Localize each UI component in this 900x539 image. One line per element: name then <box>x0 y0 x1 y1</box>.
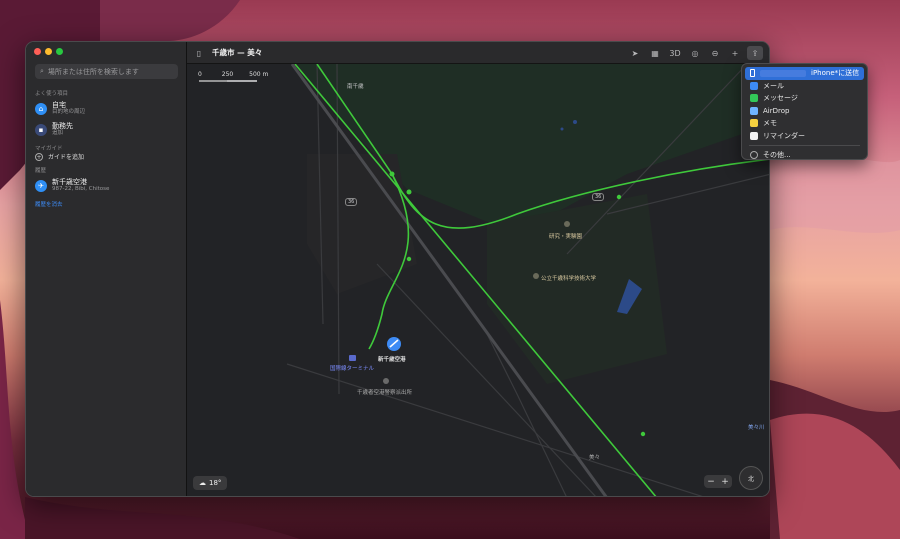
traffic-lights <box>34 48 63 55</box>
map-label-university[interactable]: 公立千歳科学技術大学 <box>541 274 596 282</box>
sidebar-toggle-icon[interactable]: ▯ <box>191 46 207 60</box>
favorites-heading: よく使う項目 <box>35 91 69 97</box>
threed-button[interactable]: 3D <box>667 46 683 60</box>
share-menu-label: その他... <box>763 151 791 160</box>
redacted-device-name <box>760 69 806 77</box>
recent-title: 新千歳空港 <box>52 178 87 186</box>
search-icon: ⌕ <box>40 67 44 75</box>
airdrop-icon <box>750 106 758 115</box>
share-menu-label: メール <box>763 81 784 90</box>
scale-zero: 0 <box>198 71 202 78</box>
recents-heading: 履歴 <box>35 168 47 174</box>
favorite-home[interactable]: ⌂ 自宅 目的地の周辺 <box>35 101 85 116</box>
scale-bar: 0 250 500 m <box>198 71 268 78</box>
airplane-icon: ✈ <box>35 179 47 192</box>
map-label-kenkyu[interactable]: 研究・実験園 <box>549 232 582 240</box>
mail-icon <box>750 81 758 90</box>
map-label-bibi[interactable]: 美々 <box>589 453 600 461</box>
weather-badge[interactable]: ☁ 18° <box>193 476 228 490</box>
iphone-icon <box>750 69 755 78</box>
compass-label: 北 <box>747 475 754 483</box>
look-around-icon[interactable]: ◎ <box>687 46 703 60</box>
favorite-subtitle: 目的地の周辺 <box>52 109 86 115</box>
zoom-button[interactable] <box>56 48 63 55</box>
share-menu-label: メモ <box>763 119 777 128</box>
scale-mid: 250 <box>221 71 234 78</box>
recent-item[interactable]: ✈ 新千歳空港 987-22, Bibi, Chitose <box>35 178 109 193</box>
messages-icon <box>750 94 758 103</box>
zoom-out-button[interactable]: − <box>704 475 718 488</box>
map-label-minami-chitose[interactable]: 南千歳 <box>347 82 364 90</box>
reminders-icon <box>750 131 758 140</box>
minimize-button[interactable] <box>45 48 52 55</box>
cloud-icon: ☁ <box>199 479 206 487</box>
clear-recents-link[interactable]: 履歴を消去 <box>35 200 63 208</box>
zoom-control: − + <box>704 475 732 488</box>
share-menu-item-mail[interactable]: メール <box>745 80 864 93</box>
menu-separator <box>749 145 860 146</box>
traffic-icon[interactable]: ⊖ <box>707 46 723 60</box>
search-field[interactable]: ⌕ <box>35 64 178 79</box>
map-label-bibigawa[interactable]: 美々川 <box>748 423 765 431</box>
location-arrow-icon[interactable]: ➤ <box>627 46 643 60</box>
guides-heading: マイガイド <box>35 146 63 152</box>
map-canvas <box>199 64 769 496</box>
favorite-work[interactable]: ▪ 勤務先 追加 <box>35 122 73 137</box>
favorite-subtitle: 追加 <box>52 130 64 136</box>
share-icon[interactable]: ⇪ <box>747 46 763 60</box>
home-icon: ⌂ <box>35 102 47 115</box>
map-mode-icon[interactable]: ▦ <box>647 46 663 60</box>
toolbar: ▯ 千歳市 — 美々 ➤ ▦ 3D ◎ ⊖ + ⇪ <box>187 42 769 64</box>
sidebar: ⌕ よく使う項目 ⌂ 自宅 目的地の周辺 ▪ 勤務先 追加 マイガイド + ガイ… <box>26 42 187 496</box>
map-view[interactable]: 0 250 500 m 南千歳 研究・実験園 公立千歳科学技術大学 新千歳空港 … <box>187 64 769 496</box>
more-icon <box>750 151 758 160</box>
favorite-title: 勤務先 <box>52 122 73 130</box>
add-icon[interactable]: + <box>727 46 743 60</box>
recent-subtitle: 987-22, Bibi, Chitose <box>52 186 110 192</box>
share-menu-label: リマインダー <box>763 131 805 140</box>
compass-icon[interactable]: 北 <box>739 466 763 490</box>
window-title: 千歳市 — 美々 <box>212 48 263 57</box>
zoom-in-button[interactable]: + <box>718 475 732 488</box>
briefcase-icon: ▪ <box>35 123 47 136</box>
share-menu-item-messages[interactable]: メッセージ <box>745 92 864 105</box>
map-label-terminal[interactable]: 国際線ターミナル <box>330 364 374 372</box>
favorite-title: 自宅 <box>52 101 66 109</box>
plus-circle-icon: + <box>35 153 43 161</box>
share-menu-label: iPhone*に送信 <box>811 69 860 78</box>
weather-temp: 18° <box>209 479 222 487</box>
add-guide-button[interactable]: + ガイドを追加 <box>35 153 84 161</box>
maps-window: ⌕ よく使う項目 ⌂ 自宅 目的地の周辺 ▪ 勤務先 追加 マイガイド + ガイ… <box>25 41 770 497</box>
share-menu: iPhone*に送信 メール メッセージ AirDrop メモ リマインダー そ… <box>741 63 868 160</box>
share-menu-label: AirDrop <box>763 106 790 115</box>
search-input[interactable] <box>47 67 166 76</box>
share-menu-item-airdrop[interactable]: AirDrop <box>745 105 864 118</box>
route-shield: 36 <box>345 198 358 206</box>
scale-end: 500 m <box>249 71 269 78</box>
share-menu-item-more[interactable]: その他... <box>745 149 864 162</box>
close-button[interactable] <box>34 48 41 55</box>
map-label-airport[interactable]: 新千歳空港 <box>378 355 406 363</box>
share-menu-item-reminders[interactable]: リマインダー <box>745 130 864 143</box>
notes-icon <box>750 119 758 128</box>
share-menu-item-notes[interactable]: メモ <box>745 117 864 130</box>
share-menu-item-iphone[interactable]: iPhone*に送信 <box>745 67 864 80</box>
add-guide-label: ガイドを追加 <box>48 153 85 161</box>
route-shield: 36 <box>592 193 605 201</box>
map-label-police[interactable]: 千歳者空港警察派出所 <box>357 388 412 396</box>
share-menu-label: メッセージ <box>763 94 798 103</box>
